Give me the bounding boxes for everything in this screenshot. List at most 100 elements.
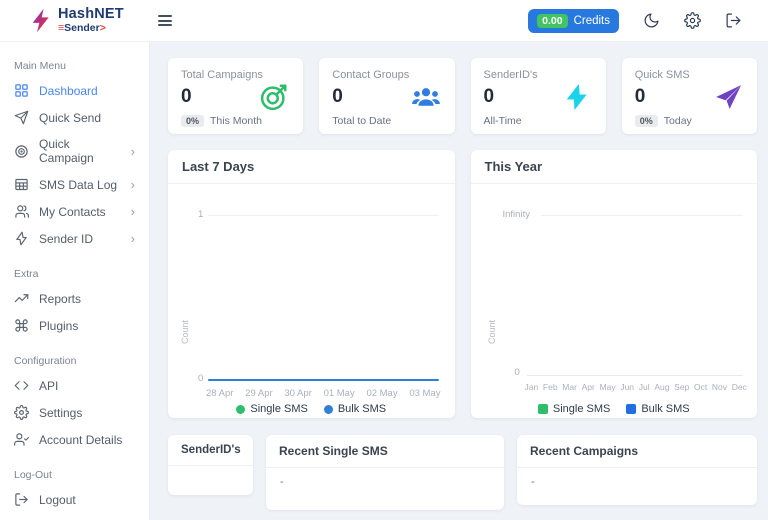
users-icon [14, 204, 29, 219]
sidebar-item-sender-id[interactable]: Sender ID › [0, 225, 149, 252]
axis-tick-label: Mar [562, 382, 577, 392]
sidebar-section-log-out: Log-Out [14, 469, 52, 481]
sidebar: Main Menu Dashboard Quick Send Quick Cam… [0, 42, 150, 520]
panel-title: Recent Campaigns [517, 435, 757, 468]
axis-tick-label: 02 May [366, 388, 398, 399]
axis-tick-label: 01 May [323, 388, 355, 399]
axis-tick-label: Apr [581, 382, 595, 392]
panel-body: - [531, 476, 535, 488]
sidebar-item-account-details[interactable]: Account Details [0, 426, 149, 453]
logout-icon[interactable] [725, 12, 742, 29]
brand-logo[interactable]: HashNET ≡Sender> [28, 7, 150, 34]
stat-title: Contact Groups [332, 69, 410, 81]
stat-card-senderids: SenderID's 0 All-Time [470, 58, 606, 134]
credits-label: Credits [573, 14, 610, 27]
sidebar-item-dashboard[interactable]: Dashboard [0, 77, 149, 104]
sidebar-section-main-menu: Main Menu [14, 60, 66, 72]
paper-plane-icon [713, 82, 743, 112]
legend-dot-icon [323, 404, 333, 414]
sidebar-section-extra: Extra [14, 268, 39, 280]
target-icon [14, 144, 29, 159]
x-axis-line [526, 375, 743, 376]
moon-icon[interactable] [643, 12, 660, 29]
legend-square-icon [626, 404, 637, 414]
axis-tick-label: Oct [693, 382, 708, 392]
axis-tick-label: 28 Apr [206, 388, 234, 399]
chevron-right-icon: › [130, 143, 135, 159]
brand-name: HashNET [58, 6, 124, 23]
sidebar-item-quick-campaign[interactable]: Quick Campaign › [0, 131, 149, 171]
chart-card-last-7-days: Last 7 Days 1 Count 0 28 Apr 29 Apr 30 Apr… [168, 150, 455, 418]
gridline [208, 215, 439, 216]
gear-icon [14, 405, 29, 420]
y-axis-label: Count [180, 319, 190, 344]
sidebar-section-configuration: Configuration [14, 355, 77, 367]
panel-title: SenderID's [168, 435, 253, 466]
legend-item-single-sms[interactable]: Single SMS [537, 403, 610, 415]
sidebar-item-logout[interactable]: Logout [0, 486, 149, 513]
chart-title: Last 7 Days [168, 150, 455, 184]
stat-card-contact-groups: Contact Groups 0 Total to Date [319, 58, 455, 134]
axis-tick-label: 03 May [409, 388, 441, 399]
bar-chart-this-year: Infinity Count 0 Jan Feb Mar Apr May Jun Jul Au… [471, 184, 758, 421]
stat-title: Total Campaigns [181, 69, 263, 81]
chart-legend: Single SMS Bulk SMS [471, 403, 758, 415]
line-chart-last-7-days: 1 Count 0 28 Apr 29 Apr 30 Apr 01 May 02 May… [168, 184, 455, 421]
stat-card-quick-sms: Quick SMS 0 0% Today [621, 58, 757, 134]
legend-item-bulk-sms[interactable]: Bulk SMS [626, 403, 690, 415]
legend-item-bulk-sms[interactable]: Bulk SMS [323, 403, 386, 415]
axis-tick-label: Jul [638, 382, 650, 392]
bottom-panels-row: SenderID's Recent Single SMS - Recent Ca… [168, 435, 757, 510]
send-icon [14, 110, 29, 125]
stat-title: Quick SMS [634, 69, 690, 81]
axis-tick-label: Feb [542, 382, 558, 392]
sidebar-item-plugins[interactable]: Plugins [0, 312, 149, 339]
legend-item-single-sms[interactable]: Single SMS [236, 403, 308, 415]
axis-tick-label: Sep [674, 382, 690, 392]
credits-button[interactable]: 0.00 Credits [528, 8, 619, 33]
axis-tick-label: 29 Apr [245, 388, 273, 399]
axis-tick-label: 30 Apr [284, 388, 312, 399]
chevron-right-icon: › [130, 231, 135, 246]
stat-title: SenderID's [483, 69, 538, 81]
legend-dot-icon [236, 404, 246, 414]
brand-mark-icon [32, 8, 49, 33]
chevron-right-icon: › [130, 204, 135, 219]
sidebar-item-reports[interactable]: Reports [0, 285, 149, 312]
bolt-icon [14, 231, 29, 246]
chevron-right-icon: › [130, 177, 135, 192]
y-axis-tick: 0 [514, 367, 520, 378]
brand-subname: ≡Sender> [58, 21, 106, 34]
chart-card-this-year: This Year Infinity Count 0 Jan Feb Mar Apr M… [470, 150, 758, 421]
sidebar-item-sms-data-log[interactable]: SMS Data Log › [0, 171, 149, 198]
panel-senderids: SenderID's [168, 435, 253, 495]
sidebar-item-settings[interactable]: Settings [0, 399, 149, 426]
gear-icon[interactable] [684, 12, 701, 29]
credits-amount-badge: 0.00 [537, 13, 568, 28]
legend-square-icon [537, 404, 548, 414]
target-dart-icon [259, 82, 289, 112]
axis-tick-label: Aug [654, 382, 670, 392]
hamburger-menu-icon[interactable] [154, 9, 176, 33]
stat-card-total-campaigns: Total Campaigns 0 0% This Month [168, 58, 304, 134]
grid-icon [14, 83, 29, 98]
axis-tick-label: Dec [731, 382, 747, 392]
axis-tick-label: Nov [711, 382, 728, 392]
chart-title: This Year [470, 150, 757, 184]
panel-body [168, 466, 253, 482]
brand-text: HashNET ≡Sender> [58, 7, 124, 33]
gridline [540, 215, 743, 216]
sidebar-item-my-contacts[interactable]: My Contacts › [0, 198, 149, 225]
panel-title: Recent Single SMS [266, 435, 504, 468]
axis-tick-label: Jan [524, 382, 539, 392]
sidebar-item-quick-send[interactable]: Quick Send [0, 104, 149, 131]
logout-icon [14, 492, 29, 507]
bulk-sms-series-line [208, 379, 439, 381]
user-check-icon [14, 432, 29, 447]
panel-recent-campaigns: Recent Campaigns - [517, 435, 757, 505]
axis-tick-label: May [599, 382, 616, 392]
sidebar-item-api[interactable]: API [0, 372, 149, 399]
trending-up-icon [14, 291, 29, 306]
stat-subtitle: Total to Date [332, 115, 392, 127]
y-axis-tick: 1 [198, 209, 204, 220]
